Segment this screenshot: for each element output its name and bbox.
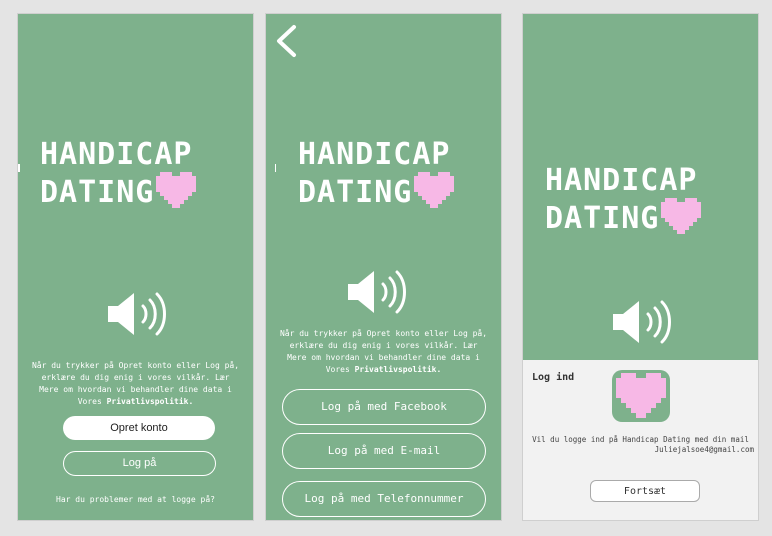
terms-text: Når du trykker på Opret konto eller Log … bbox=[18, 360, 253, 408]
privacy-policy-link[interactable]: Privatlivspolitik. bbox=[107, 397, 194, 406]
pixel-heart-icon bbox=[661, 198, 702, 242]
chevron-left-icon[interactable] bbox=[274, 24, 300, 58]
terms-text: Når du trykker på Opret konto eller Log … bbox=[266, 328, 501, 376]
logo-line-2: DATING bbox=[40, 175, 155, 210]
speaker-sound-icon[interactable] bbox=[108, 292, 170, 336]
speaker-sound-icon[interactable] bbox=[613, 300, 675, 344]
terms-line: Mere om hvordan vi behandler dine data i bbox=[39, 385, 232, 394]
sheet-title: Log ind bbox=[532, 372, 575, 383]
terms-line: erklære du dig enig i vores vilkår. Lær bbox=[289, 341, 478, 350]
terms-line: Vores bbox=[77, 397, 107, 406]
login-message: Vil du logge ind på Handicap Dating med … bbox=[532, 435, 749, 444]
login-phone-button[interactable]: Log på med Telefonnummer bbox=[282, 481, 486, 517]
terms-line: Når du trykker på Opret konto eller Log … bbox=[31, 361, 240, 370]
create-account-button[interactable]: Opret konto bbox=[63, 416, 215, 440]
privacy-policy-link[interactable]: Privatlivspolitik. bbox=[355, 365, 442, 374]
login-button[interactable]: Log på bbox=[63, 451, 216, 476]
login-email-button[interactable]: Log på med E-mail bbox=[282, 433, 486, 469]
pixel-heart-icon bbox=[156, 172, 197, 216]
app-logo: HANDICAP DATING bbox=[40, 137, 197, 216]
terms-line: Når du trykker på Opret konto eller Log … bbox=[279, 329, 488, 338]
login-sheet: Log ind Vil du logge ind på Handicap Dat… bbox=[523, 360, 758, 520]
terms-line: Mere om hvordan vi behandler dine data i bbox=[287, 353, 480, 362]
logo-line-2: DATING bbox=[545, 201, 660, 236]
welcome-screen: HANDICAP DATING Når du trykker på Opret … bbox=[17, 13, 254, 521]
terms-line: erklære du dig enig i vores vilkår. Lær bbox=[41, 373, 230, 382]
speaker-sound-icon[interactable] bbox=[348, 270, 410, 314]
app-logo: HANDICAP DATING bbox=[298, 137, 455, 216]
edge-mark bbox=[275, 164, 276, 172]
logo-line-1: HANDICAP bbox=[40, 137, 193, 172]
terms-line: Vores bbox=[325, 365, 355, 374]
app-logo: HANDICAP DATING bbox=[545, 163, 702, 242]
pixel-heart-icon bbox=[616, 373, 666, 418]
pixel-heart-icon bbox=[414, 172, 455, 216]
continue-button[interactable]: Fortsæt bbox=[590, 480, 700, 502]
edge-mark bbox=[18, 164, 20, 172]
logo-line-2: DATING bbox=[298, 175, 413, 210]
login-email: Juliejalsoe4@gmail.com bbox=[654, 445, 754, 454]
logo-line-1: HANDICAP bbox=[298, 137, 451, 172]
login-options-screen: HANDICAP DATING Når du trykker på Opret … bbox=[265, 13, 502, 521]
app-icon bbox=[612, 370, 670, 422]
logo-line-1: HANDICAP bbox=[545, 163, 698, 198]
email-login-screen: HANDICAP DATING Log ind Vil du logge ind… bbox=[522, 13, 759, 521]
login-trouble-link[interactable]: Har du problemer med at logge på? bbox=[18, 495, 253, 504]
login-facebook-button[interactable]: Log på med Facebook bbox=[282, 389, 486, 425]
